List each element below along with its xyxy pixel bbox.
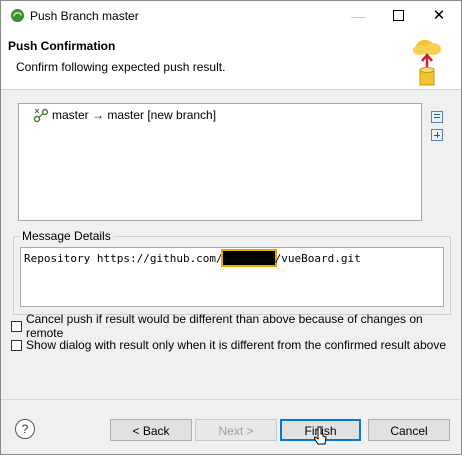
tree-row-label: master → master [new branch] <box>52 108 217 122</box>
message-details-label: Message Details <box>20 229 113 243</box>
maximize-button[interactable] <box>378 1 418 31</box>
cancel-if-different-label: Cancel push if result would be different… <box>25 312 423 340</box>
push-branch-dialog: Push Branch master — ✕ Push Confirmation… <box>0 0 462 455</box>
minimize-button[interactable]: — <box>338 1 378 31</box>
cancel-if-different-checkbox[interactable] <box>11 320 22 332</box>
maximize-icon <box>392 10 404 22</box>
back-button[interactable]: < Back <box>110 419 192 441</box>
next-button[interactable]: Next > <box>195 419 277 441</box>
page-title: Push Confirmation <box>8 39 116 53</box>
show-only-if-different-checkbox[interactable] <box>11 339 22 351</box>
collapse-all-button[interactable] <box>431 111 443 123</box>
window-title: Push Branch master <box>30 9 139 23</box>
tree-row[interactable]: master → master [new branch] <box>33 107 216 123</box>
message-text: Repository https://github.com/ /vueBoard.… <box>24 248 361 267</box>
show-only-if-different-label: Show dialog with result only when it is … <box>26 338 446 352</box>
push-result-tree[interactable]: master → master [new branch] <box>18 103 422 221</box>
cancel-if-different-option[interactable]: Cancel push if result would be different… <box>11 312 461 340</box>
message-details-group: Message Details Repository https://githu… <box>13 229 451 315</box>
footer-separator <box>1 399 461 400</box>
message-details-text[interactable]: Repository https://github.com/ /vueBoard.… <box>20 247 444 307</box>
help-button[interactable]: ? <box>15 419 35 439</box>
message-text-suffix: /vueBoard.git <box>274 252 361 265</box>
message-text-prefix: Repository https://github.com/ <box>24 252 223 265</box>
close-button[interactable]: ✕ <box>419 1 459 31</box>
cancel-button[interactable]: Cancel <box>368 419 450 441</box>
mouse-cursor-icon <box>314 426 327 445</box>
title-bar: Push Branch master — ✕ <box>1 1 461 31</box>
push-cloud-icon <box>413 40 441 86</box>
wizard-header: Push Confirmation Confirm following expe… <box>1 31 461 90</box>
show-only-if-different-option[interactable]: Show dialog with result only when it is … <box>11 337 446 353</box>
branch-push-icon <box>33 108 49 123</box>
page-description: Confirm following expected push result. <box>16 60 226 74</box>
app-icon <box>10 8 25 23</box>
expand-all-button[interactable] <box>431 129 443 141</box>
redaction-block <box>220 248 277 267</box>
